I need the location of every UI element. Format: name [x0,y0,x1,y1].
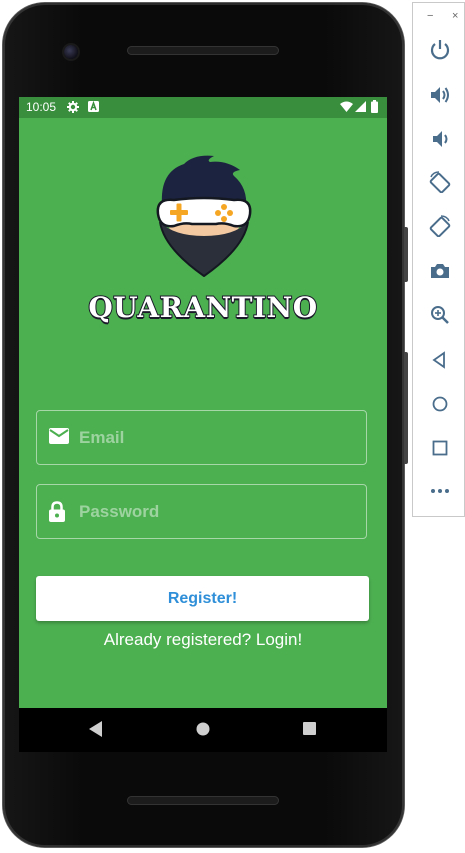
email-input[interactable] [79,411,359,464]
camera-icon[interactable] [429,260,451,282]
volume-down-icon[interactable] [429,128,451,150]
register-button[interactable]: Register! [36,576,369,621]
login-link[interactable]: Already registered? Login! [19,630,387,650]
overview-icon[interactable] [429,437,451,459]
email-icon [49,428,71,448]
battery-icon [371,100,378,116]
close-window-button[interactable]: × [452,10,458,22]
password-input[interactable] [79,485,359,538]
app-logo [154,152,254,278]
lock-icon [49,501,71,522]
back-icon[interactable] [429,349,451,371]
app-title: QUARANTINO [87,290,318,325]
more-icon[interactable] [429,480,451,502]
volume-up-icon[interactable] [429,84,451,106]
recents-icon[interactable] [303,722,316,740]
top-speaker [127,46,279,55]
minimize-button[interactable]: − [427,10,433,22]
home-icon[interactable] [429,393,451,415]
zoom-icon[interactable] [429,304,451,326]
front-camera [64,45,78,59]
home-icon[interactable] [196,722,210,741]
password-field[interactable] [36,484,367,539]
back-icon[interactable] [89,721,103,742]
status-time: 10:05 [26,100,57,114]
email-field[interactable] [36,410,367,465]
wifi-icon [340,101,353,115]
emulator-toolbar: − × [412,2,465,517]
settings-icon [67,101,79,116]
power-icon[interactable] [429,39,451,61]
a-icon [88,100,99,115]
phone-side-button [404,227,408,282]
phone-side-button [404,352,408,464]
app-screen: 10:05 QUARANTINO Email Register! Already… [19,97,387,708]
bottom-speaker [127,796,279,805]
signal-icon [355,101,366,115]
navigation-bar [19,708,387,752]
rotate-left-icon[interactable] [429,171,451,194]
rotate-right-icon[interactable] [429,215,451,238]
status-bar: 10:05 [19,97,387,118]
